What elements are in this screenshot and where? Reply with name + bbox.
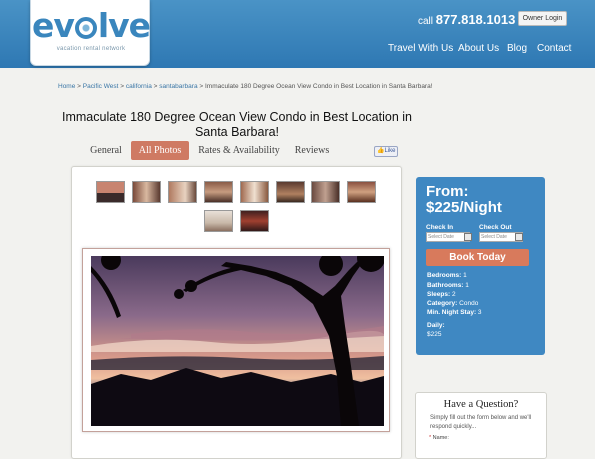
breadcrumb-california[interactable]: california xyxy=(126,83,152,90)
question-text: Simply fill out the form below and we'll… xyxy=(430,415,532,430)
detail-category: Category: Condo xyxy=(427,300,478,307)
tab-general[interactable]: General xyxy=(84,141,128,160)
detail-value: 2 xyxy=(451,291,456,298)
photo-thumbnail[interactable] xyxy=(204,181,233,203)
name-label: Name: xyxy=(432,435,449,441)
facebook-like-button[interactable]: 👍Like xyxy=(374,146,398,157)
phone-contact: call 877.818.1013 xyxy=(418,12,515,27)
daily-rate-label: Daily: xyxy=(427,322,445,329)
nav-about-us[interactable]: About Us xyxy=(458,43,499,54)
main-photo-frame xyxy=(82,248,390,432)
tab-all-photos[interactable]: All Photos xyxy=(131,141,189,160)
tab-rates-availability[interactable]: Rates & Availability xyxy=(196,141,282,160)
detail-value: 3 xyxy=(477,309,482,316)
name-field-label: * Name: xyxy=(429,435,449,441)
detail-label: Min. Night Stay: xyxy=(427,309,477,316)
logo-tagline: vacation rental network xyxy=(56,46,126,52)
required-marker: * xyxy=(429,435,432,441)
daily-rate-value: $225 xyxy=(427,331,442,338)
calendar-icon[interactable] xyxy=(464,233,472,241)
photo-thumbnail[interactable] xyxy=(96,181,125,203)
listing-title: Immaculate 180 Degree Ocean View Condo i… xyxy=(62,110,412,139)
photo-thumbnail[interactable] xyxy=(347,181,376,203)
breadcrumb: Home > Pacific West > california > santa… xyxy=(58,83,433,90)
breadcrumb-current: Immaculate 180 Degree Ocean View Condo i… xyxy=(205,83,433,90)
globe-icon xyxy=(74,17,97,39)
breadcrumb-separator: > xyxy=(120,83,125,90)
nav-contact[interactable]: Contact xyxy=(537,43,571,54)
check-in-label: Check In xyxy=(426,224,454,231)
site-logo[interactable]: ev lve vacation rental network xyxy=(30,0,151,66)
tab-reviews[interactable]: Reviews xyxy=(290,141,334,160)
detail-value: 1 xyxy=(463,272,467,279)
photo-thumbnail[interactable] xyxy=(311,181,340,203)
detail-label: Sleeps: xyxy=(427,291,451,298)
sunset-ocean-image xyxy=(91,256,384,426)
photo-thumbnail[interactable] xyxy=(168,181,197,203)
site-header: ev lve vacation rental network call 877.8… xyxy=(0,0,595,68)
breadcrumb-home[interactable]: Home xyxy=(58,83,75,90)
nightly-price: $225/Night xyxy=(426,199,502,216)
detail-value: 1 xyxy=(465,282,469,289)
detail-sleeps: Sleeps: 2 xyxy=(427,291,456,298)
detail-label: Daily: xyxy=(427,322,445,329)
detail-bathrooms: Bathrooms: 1 xyxy=(427,282,469,289)
phone-number[interactable]: 877.818.1013 xyxy=(436,12,516,27)
photo-thumbnail[interactable] xyxy=(276,181,305,203)
check-out-label: Check Out xyxy=(479,224,512,231)
nav-travel-with-us[interactable]: Travel With Us xyxy=(388,43,453,54)
photo-thumbnail[interactable] xyxy=(132,181,161,203)
calendar-icon[interactable] xyxy=(515,233,523,241)
detail-label: Bathrooms: xyxy=(427,282,464,289)
logo-wordmark: ev lve xyxy=(31,6,151,45)
photo-thumbnail[interactable] xyxy=(204,210,233,232)
question-form-panel: Have a Question? Simply fill out the for… xyxy=(415,392,547,459)
photo-thumbnail[interactable] xyxy=(240,210,269,232)
nav-blog[interactable]: Blog xyxy=(507,43,527,54)
breadcrumb-pacific-west[interactable]: Pacific West xyxy=(83,83,119,90)
question-title: Have a Question? xyxy=(443,399,519,410)
detail-label: Bedrooms: xyxy=(427,272,462,279)
photo-thumbnail[interactable] xyxy=(240,181,269,203)
breadcrumb-separator: > xyxy=(153,83,158,90)
breadcrumb-separator: > xyxy=(77,83,81,90)
like-label: Like xyxy=(384,148,396,154)
detail-value: Condo xyxy=(459,300,479,307)
owner-login-button[interactable]: Owner Login xyxy=(518,11,567,26)
book-today-button[interactable]: Book Today xyxy=(426,249,529,266)
detail-bedrooms: Bedrooms: 1 xyxy=(427,272,467,279)
detail-min-night-stay: Min. Night Stay: 3 xyxy=(427,309,482,316)
main-photo[interactable] xyxy=(91,256,384,426)
breadcrumb-santabarbara[interactable]: santabarbara xyxy=(159,83,197,90)
detail-label: Category: xyxy=(427,300,458,307)
phone-prefix: call xyxy=(418,16,434,27)
breadcrumb-separator: > xyxy=(199,83,204,90)
